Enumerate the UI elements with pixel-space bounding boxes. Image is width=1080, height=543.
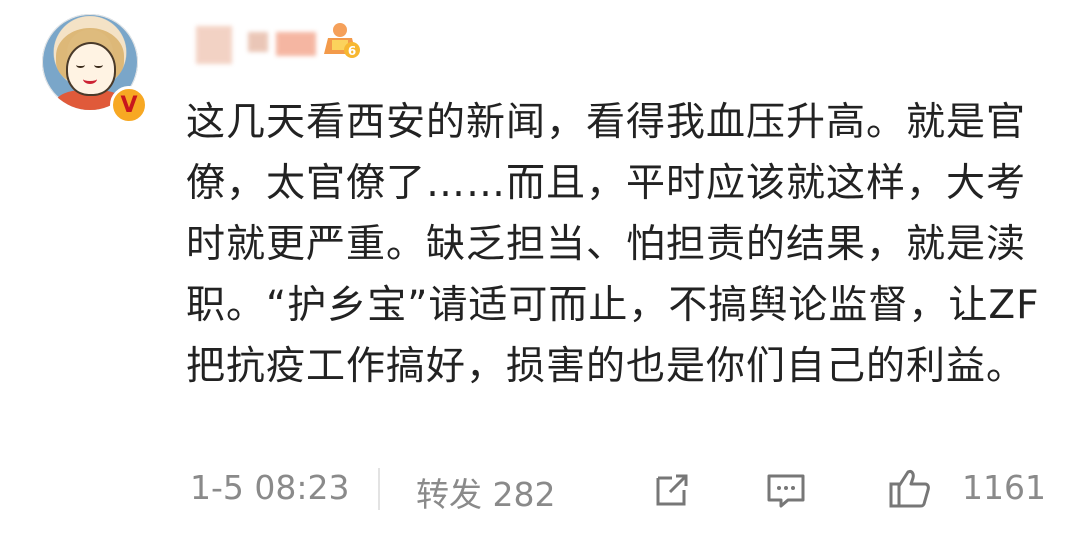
username-redacted[interactable] — [196, 26, 232, 64]
avatar-eye — [76, 62, 85, 68]
comment-footer: 1-5 08:23 转发 282 1161 — [186, 462, 1056, 514]
thumbs-up-icon[interactable] — [886, 464, 934, 512]
verified-badge-icon: V — [110, 86, 148, 124]
like-count[interactable]: 1161 — [962, 468, 1046, 507]
user-level-number: 6 — [348, 44, 356, 58]
avatar-mouth — [83, 74, 97, 84]
avatar-face — [66, 42, 116, 96]
share-icon[interactable] — [650, 468, 694, 512]
comment-icon[interactable] — [764, 468, 808, 512]
verified-badge-label: V — [120, 92, 138, 118]
repost-count-button[interactable]: 转发 282 — [416, 468, 555, 516]
divider — [378, 468, 380, 510]
username-redacted[interactable] — [248, 32, 268, 52]
user-level-icon: 6 — [324, 23, 360, 58]
timestamp: 1-5 08:23 — [190, 468, 350, 507]
comment-text: 这几天看西安的新闻，看得我血压升高。就是官僚，太官僚了……而且，平时应该就这样，… — [186, 100, 1040, 389]
username-redacted[interactable] — [276, 32, 316, 56]
avatar-eye — [94, 62, 103, 68]
